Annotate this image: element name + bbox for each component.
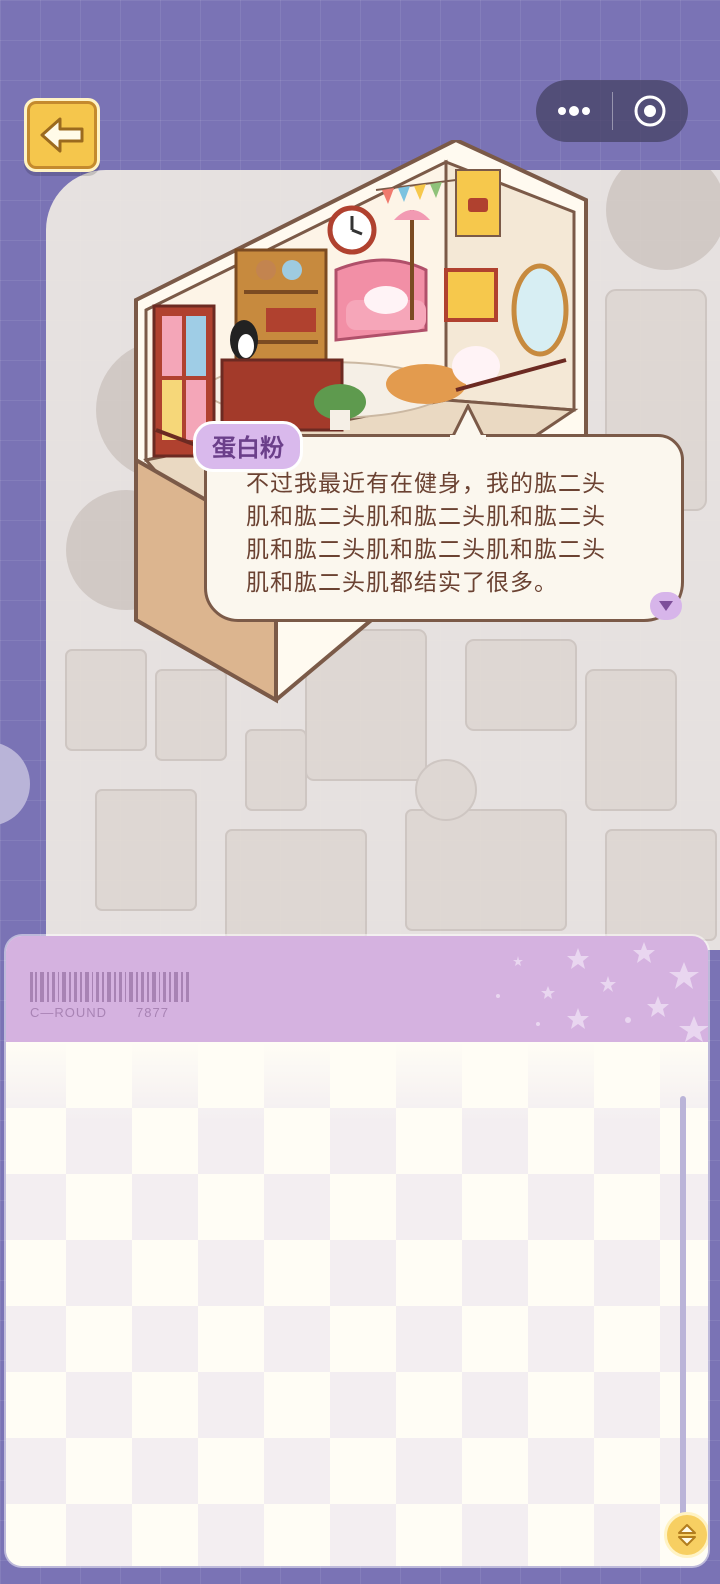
scroll-toggle-button[interactable] bbox=[664, 1512, 708, 1558]
back-button[interactable] bbox=[24, 98, 100, 172]
panel-top-fade bbox=[6, 1042, 708, 1122]
speaker-name-tag: 蛋白粉 bbox=[193, 421, 303, 472]
target-circle-icon bbox=[634, 95, 666, 127]
dialog-tail bbox=[449, 404, 487, 440]
more-dots-icon bbox=[557, 106, 590, 116]
bottom-panel: C—ROUND 7877 bbox=[6, 936, 708, 1566]
dialog-text: 不过我最近有在健身，我的肱二头 肌和肱二头肌和肱二头肌和肱二头 肌和肱二头肌和肱… bbox=[246, 468, 646, 600]
more-button[interactable] bbox=[536, 80, 612, 142]
arrow-left-icon bbox=[40, 117, 84, 153]
up-down-arrows-icon bbox=[678, 1524, 696, 1546]
dialog-line: 肌和肱二头肌和肱二头肌和肱二头 bbox=[246, 537, 606, 563]
barcode-icon bbox=[30, 972, 189, 1002]
dialog-line: 不过我最近有在健身，我的肱二头 bbox=[246, 471, 606, 497]
side-drawer-tab[interactable] bbox=[0, 742, 30, 826]
panel-scrollbar[interactable] bbox=[680, 1096, 686, 1536]
dialog-line: 肌和肱二头肌都结实了很多。 bbox=[246, 570, 558, 596]
panel-code-number: 7877 bbox=[136, 1005, 169, 1020]
dialog-line: 肌和肱二头肌和肱二头肌和肱二头 bbox=[246, 504, 606, 530]
triangle-down-icon bbox=[659, 601, 673, 611]
game-screen: 蛋白粉 不过我最近有在健身，我的肱二头 肌和肱二头肌和肱二头肌和肱二头 肌和肱二… bbox=[0, 0, 720, 1584]
close-miniprogram-button[interactable] bbox=[613, 80, 689, 142]
dialog-next-button[interactable] bbox=[650, 592, 682, 620]
mini-program-capsule bbox=[536, 80, 688, 142]
panel-code-label: C—ROUND bbox=[30, 1005, 108, 1020]
speaker-name: 蛋白粉 bbox=[212, 434, 284, 462]
stars-decoration bbox=[496, 942, 708, 1042]
panel-header: C—ROUND 7877 bbox=[6, 936, 708, 1042]
